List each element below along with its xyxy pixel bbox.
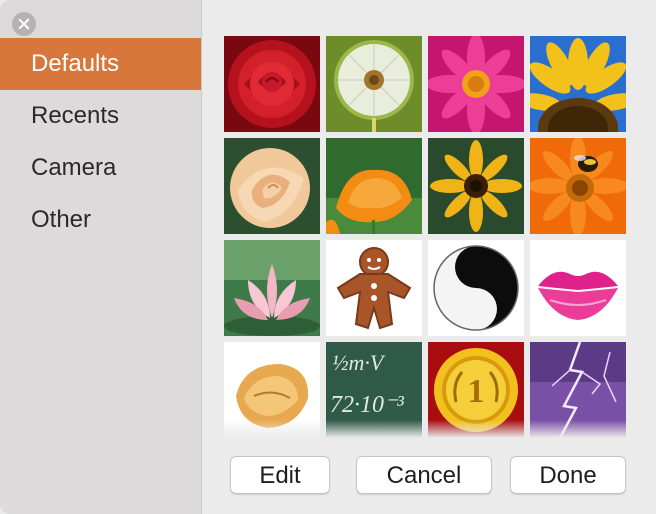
yin-yang-image[interactable]: [428, 240, 524, 336]
orange-gerbera-bee-image[interactable]: [530, 138, 626, 234]
chalkboard-math-image[interactable]: ½m·V 72·10⁻³: [326, 342, 422, 438]
sunflower-image[interactable]: [530, 36, 626, 132]
chalkboard-line1: ½m·V: [332, 350, 386, 375]
close-icon[interactable]: [12, 12, 36, 36]
chalkboard-line2: 72·10⁻³: [330, 392, 405, 418]
picture-picker-window: Defaults Recents Camera Other ½m·V 72·10…: [0, 0, 656, 514]
dandelion-image[interactable]: [326, 36, 422, 132]
red-rose-image[interactable]: [224, 36, 320, 132]
sidebar-item-defaults[interactable]: Defaults: [0, 38, 201, 90]
sidebar-item-camera[interactable]: Camera: [0, 142, 201, 194]
sidebar: Defaults Recents Camera Other: [0, 0, 202, 514]
lotus-image[interactable]: [224, 240, 320, 336]
edit-button[interactable]: Edit: [230, 456, 330, 494]
done-button[interactable]: Done: [510, 456, 626, 494]
purple-lightning-image[interactable]: [530, 342, 626, 438]
pink-lips-image[interactable]: [530, 240, 626, 336]
gold-medal-image[interactable]: 1: [428, 342, 524, 438]
orange-poppy-image[interactable]: [326, 138, 422, 234]
medal-number: 1: [468, 373, 485, 410]
sidebar-item-other[interactable]: Other: [0, 194, 201, 246]
gingerbread-man-image[interactable]: [326, 240, 422, 336]
pink-daisy-image[interactable]: [428, 36, 524, 132]
sidebar-list: Defaults Recents Camera Other: [0, 38, 201, 246]
image-grid: ½m·V 72·10⁻³ 1: [224, 36, 626, 438]
black-eyed-susan-image[interactable]: [428, 138, 524, 234]
sidebar-item-recents[interactable]: Recents: [0, 90, 201, 142]
peach-rose-image[interactable]: [224, 138, 320, 234]
fortune-cookie-image[interactable]: [224, 342, 320, 438]
cancel-button[interactable]: Cancel: [356, 456, 492, 494]
